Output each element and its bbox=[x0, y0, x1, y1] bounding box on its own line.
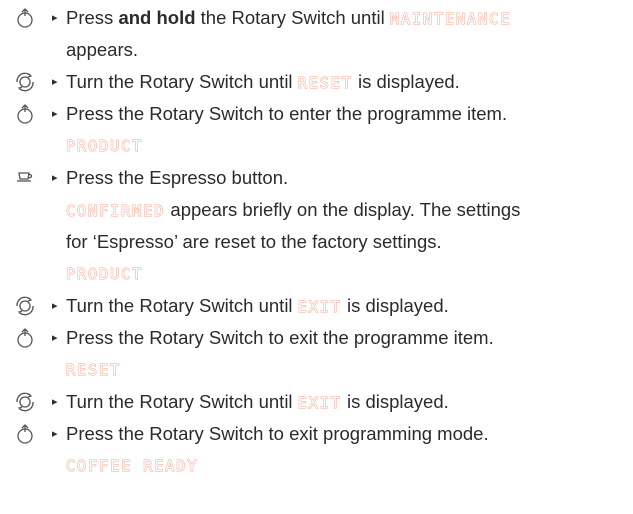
step-6: ▸ Press the Rotary Switch to exit the pr… bbox=[0, 322, 633, 354]
bullet-arrow: ▸ bbox=[52, 300, 58, 312]
bullet-arrow: ▸ bbox=[52, 396, 58, 408]
step-text: Turn the Rotary Switch until EXIT is dis… bbox=[66, 295, 449, 317]
press-icon bbox=[14, 423, 36, 445]
bullet-arrow: ▸ bbox=[52, 108, 58, 120]
lcd-display-text: RESET bbox=[65, 361, 122, 380]
press-icon bbox=[14, 327, 36, 349]
lcd-display-text: RESET bbox=[297, 74, 353, 93]
press-icon bbox=[14, 7, 36, 29]
lcd-display-text: EXIT bbox=[297, 394, 342, 413]
step-4: ▸ Press the Espresso button. bbox=[0, 162, 633, 194]
step-text: Press the Rotary Switch to exit the prog… bbox=[66, 327, 494, 348]
step-text: Press the Espresso button. bbox=[66, 167, 289, 188]
step-4-display: PRODUCT bbox=[0, 258, 633, 290]
press-icon bbox=[14, 103, 36, 125]
bullet-arrow: ▸ bbox=[52, 172, 58, 184]
step-3: ▸ Press the Rotary Switch to enter the p… bbox=[0, 98, 633, 130]
step-4-continued: CONFIRMED appears briefly on the display… bbox=[65, 199, 521, 221]
step-7: ▸ Turn the Rotary Switch until EXIT is d… bbox=[0, 386, 633, 418]
step-text: Press the Rotary Switch to exit programm… bbox=[66, 423, 489, 444]
rotate-icon bbox=[14, 391, 36, 413]
step-text: Turn the Rotary Switch until EXIT is dis… bbox=[66, 391, 449, 413]
cup-icon bbox=[14, 167, 36, 189]
step-8-display: COFFEE READY bbox=[0, 450, 633, 482]
bullet-arrow: ▸ bbox=[52, 12, 58, 24]
rotate-icon bbox=[14, 71, 36, 93]
bullet-arrow: ▸ bbox=[52, 428, 58, 440]
step-8: ▸ Press the Rotary Switch to exit progra… bbox=[0, 418, 633, 450]
lcd-display-text: COFFEE READY bbox=[65, 457, 199, 476]
bullet-arrow: ▸ bbox=[52, 332, 58, 344]
step-4-continued-2: for ‘Espresso’ are reset to the factory … bbox=[66, 231, 442, 252]
step-6-display: RESET bbox=[0, 354, 633, 386]
lcd-display-text: PRODUCT bbox=[65, 265, 144, 284]
step-1-continued: appears. bbox=[66, 39, 138, 60]
lcd-display-text: PRODUCT bbox=[65, 137, 144, 156]
step-text: Press and hold the Rotary Switch until M… bbox=[66, 7, 512, 29]
rotate-icon bbox=[14, 295, 36, 317]
step-2: ▸ Turn the Rotary Switch until RESET is … bbox=[0, 66, 633, 98]
step-text: Press the Rotary Switch to enter the pro… bbox=[66, 103, 508, 124]
step-5: ▸ Turn the Rotary Switch until EXIT is d… bbox=[0, 290, 633, 322]
bullet-arrow: ▸ bbox=[52, 76, 58, 88]
instruction-list: ▸ Press and hold the Rotary Switch until… bbox=[0, 0, 633, 514]
lcd-display-text: CONFIRMED bbox=[65, 202, 166, 221]
step-1: ▸ Press and hold the Rotary Switch until… bbox=[0, 2, 633, 34]
lcd-display-text: MAINTENANCE bbox=[389, 10, 512, 29]
lcd-display-text: EXIT bbox=[297, 298, 342, 317]
step-3-display: PRODUCT bbox=[0, 130, 633, 162]
step-text: Turn the Rotary Switch until RESET is di… bbox=[66, 71, 460, 93]
